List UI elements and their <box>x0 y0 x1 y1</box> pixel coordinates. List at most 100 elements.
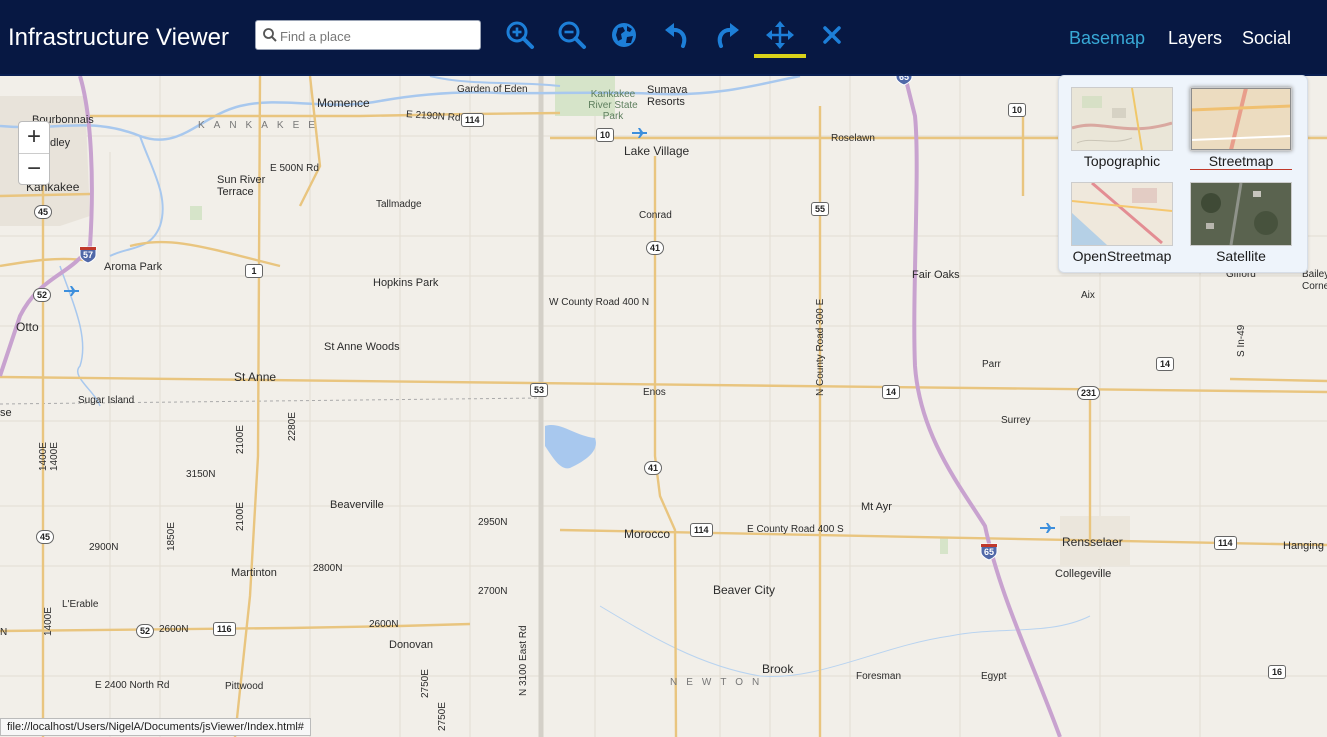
road-label: W County Road 400 N <box>549 297 650 308</box>
basemap-openstreetmap[interactable]: OpenStreetmap <box>1071 182 1173 264</box>
route-shield: 41 <box>644 461 663 475</box>
globe-icon <box>612 23 636 47</box>
nav-layers[interactable]: Layers <box>1168 28 1222 49</box>
route-shield: 114 <box>1214 536 1237 550</box>
pan-icon <box>766 21 794 49</box>
place-label: Momence <box>317 96 370 110</box>
route-shield: 114 <box>690 523 713 537</box>
basemap-gallery: Topographic Streetmap OpenStreetmap Sate… <box>1058 75 1308 273</box>
road-label: N 3100 East Rd <box>518 625 529 696</box>
place-label: dley <box>50 137 71 149</box>
redo-icon <box>717 23 739 48</box>
road-label: 1400E <box>38 442 49 471</box>
place-label: Conrad <box>639 210 672 221</box>
interstate-number: 57 <box>82 250 93 260</box>
county-label: NEWTON <box>670 677 769 688</box>
basemap-label: Topographic <box>1083 153 1161 169</box>
basemap-thumbnail <box>1071 182 1173 246</box>
basemap-streetmap[interactable]: Streetmap <box>1190 87 1292 170</box>
place-label: Fair Oaks <box>912 269 960 281</box>
interstate-number: 65 <box>983 547 994 557</box>
zoom-out-icon <box>558 21 586 49</box>
place-label: Rensselaer <box>1062 535 1123 549</box>
place-label: Martinton <box>231 567 277 579</box>
full-extent-button[interactable] <box>607 18 641 52</box>
basemap-satellite[interactable]: Satellite <box>1190 182 1292 264</box>
search-icon <box>263 28 277 42</box>
road-label: 2700N <box>478 586 508 597</box>
road-label: 1850E <box>166 522 177 551</box>
road-label: 2280E <box>287 412 298 441</box>
road-label: 2900N <box>89 542 119 553</box>
route-shield: 52 <box>33 288 52 302</box>
place-label: Sun River Terrace <box>217 174 266 198</box>
route-shield: 14 <box>882 385 901 399</box>
road-label: 2100E <box>235 502 246 531</box>
place-label: Sugar Island <box>78 395 135 406</box>
route-shield: 1 <box>245 264 263 278</box>
road-label: 2750E <box>437 702 448 731</box>
place-label: Foresman <box>856 671 902 682</box>
zoom-out-button[interactable] <box>555 18 589 52</box>
undo-button[interactable] <box>659 18 693 52</box>
place-label: Hopkins Park <box>373 277 439 289</box>
clear-button[interactable] <box>815 18 849 52</box>
place-label: Aroma Park <box>104 261 163 273</box>
place-label: Lake Village <box>624 144 690 158</box>
road-label: 2600N <box>159 624 189 635</box>
search-box[interactable] <box>255 20 481 50</box>
nav-basemap[interactable]: Basemap <box>1069 28 1145 49</box>
park-label: Kankakee River State Park <box>588 89 638 122</box>
place-label: Egypt <box>981 671 1007 682</box>
basemap-topographic[interactable]: Topographic <box>1071 87 1173 169</box>
place-label: Hanging <box>1283 540 1324 552</box>
basemap-thumbnail <box>1190 182 1292 246</box>
interstate-number: 65 <box>898 76 909 82</box>
search-input[interactable] <box>278 24 478 48</box>
basemap-thumbnail <box>1190 87 1292 151</box>
nav-social[interactable]: Social <box>1242 28 1291 49</box>
zoom-in-map-button[interactable]: + <box>19 122 49 154</box>
route-shield: 45 <box>36 530 55 544</box>
road-label: 3150N <box>186 469 216 480</box>
road-label: 1400E <box>49 442 60 471</box>
close-icon <box>823 26 841 44</box>
road-label: 2100E <box>235 425 246 454</box>
county-label: KANKAKEE <box>198 120 324 131</box>
route-shield: 45 <box>34 205 53 219</box>
zoom-in-button[interactable] <box>503 18 537 52</box>
place-label: Sumava Resorts <box>647 84 688 108</box>
place-label: Beaverville <box>330 499 384 511</box>
place-label: Roselawn <box>831 133 875 144</box>
road-label: 2600N <box>369 619 399 630</box>
route-shield: 10 <box>596 128 615 142</box>
interstate-shield: 57 <box>78 244 98 264</box>
road-label: E 2400 North Rd <box>95 680 170 691</box>
place-label: Corne <box>1302 281 1327 292</box>
place-label: Collegeville <box>1055 568 1112 580</box>
interstate-shield: 65 <box>894 76 914 86</box>
road-label: E County Road 400 S <box>747 524 844 535</box>
zoom-in-icon <box>506 21 534 49</box>
zoom-control: + − <box>18 121 50 185</box>
basemap-label: OpenStreetmap <box>1072 248 1172 264</box>
route-shield: 116 <box>213 622 236 636</box>
road-label: 1400E <box>43 607 54 636</box>
place-label: Garden of Eden <box>457 84 528 95</box>
route-shield: 114 <box>461 113 484 127</box>
place-label: Morocco <box>624 527 671 541</box>
place-label: Donovan <box>389 639 434 651</box>
basemap-thumbnail <box>1071 87 1173 151</box>
route-shield: 231 <box>1077 386 1101 400</box>
pan-button[interactable] <box>763 18 797 52</box>
status-bar: file://localhost/Users/NigelA/Documents/… <box>0 718 311 736</box>
zoom-out-map-button[interactable]: − <box>19 154 49 185</box>
place-label: Enos <box>643 387 666 398</box>
openstreetmap-thumbnail-icon <box>1072 183 1172 245</box>
route-shield: 41 <box>646 241 665 255</box>
road-label: 2800N <box>313 563 343 574</box>
place-label: Aix <box>1081 290 1095 301</box>
road-label: S In-49 <box>1236 324 1247 357</box>
undo-icon <box>665 23 687 48</box>
redo-button[interactable] <box>711 18 745 52</box>
